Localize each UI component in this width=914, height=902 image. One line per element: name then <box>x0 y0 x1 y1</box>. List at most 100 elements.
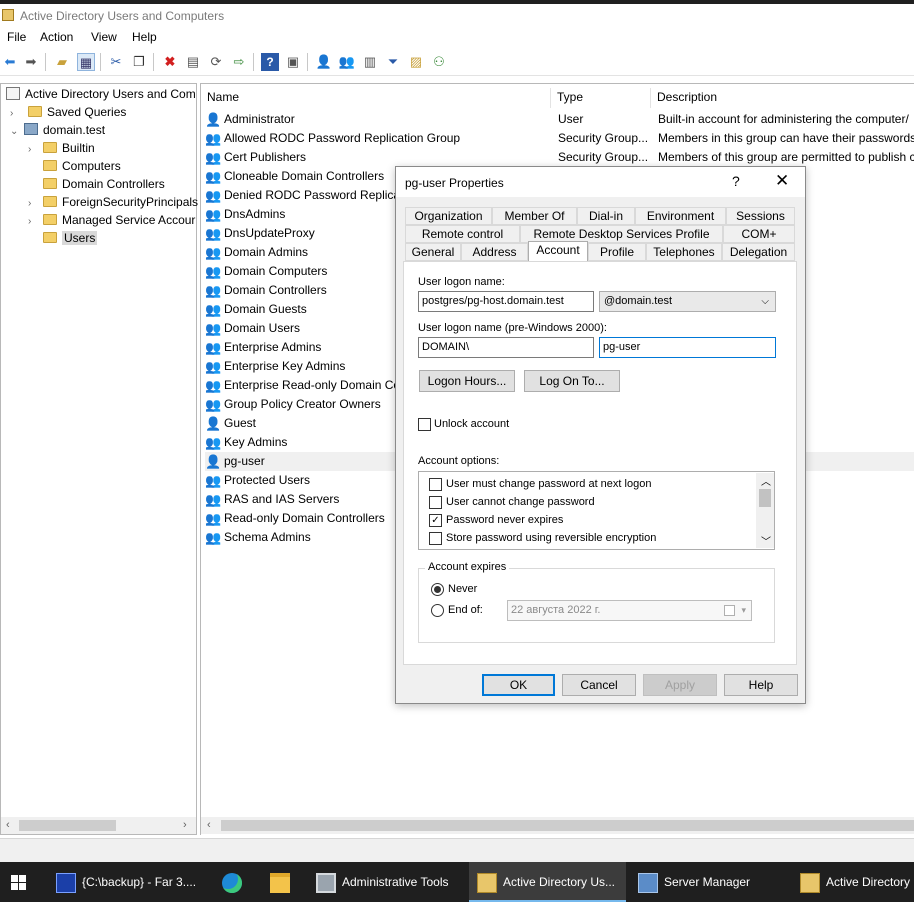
table-row[interactable]: 👥 Allowed RODC Password Replication Group… <box>205 129 914 148</box>
new-group-icon[interactable]: 👥 <box>338 53 356 71</box>
column-divider[interactable] <box>650 88 651 108</box>
tab-account[interactable]: Account <box>528 241 588 261</box>
tab-address[interactable]: Address <box>461 243 528 261</box>
table-row[interactable]: 👤 Administrator User Built-in account for a… <box>205 110 914 129</box>
cancel-button[interactable]: Cancel <box>562 674 636 696</box>
ok-button[interactable]: OK <box>482 674 555 696</box>
ad-domains-icon <box>800 872 820 893</box>
column-header-type[interactable]: Type <box>557 88 583 108</box>
tab-general[interactable]: General <box>405 243 461 261</box>
tab-sessions[interactable]: Sessions <box>726 207 795 225</box>
never-radio[interactable] <box>431 583 444 596</box>
find-icon[interactable]: ▨ <box>407 53 425 71</box>
taskbar-admin-tools[interactable]: Administrative Tools <box>308 862 466 902</box>
filter-icon[interactable]: ⏷ <box>384 53 402 71</box>
tree-computers[interactable]: Computers <box>43 158 121 175</box>
option-checkbox[interactable] <box>429 496 442 509</box>
tab-dial-in[interactable]: Dial-in <box>577 207 635 225</box>
apply-button[interactable]: Apply <box>643 674 717 696</box>
tree-domain-controllers[interactable]: Domain Controllers <box>43 176 165 193</box>
console-icon[interactable]: ▣ <box>284 53 302 71</box>
list-horizontal-scrollbar[interactable]: ‹ <box>201 817 914 834</box>
scrollbar-thumb[interactable] <box>19 820 116 831</box>
collapse-icon[interactable]: ⌄ <box>10 123 20 140</box>
scroll-right-icon[interactable]: › <box>183 817 187 834</box>
taskbar-file-explorer[interactable] <box>260 862 300 902</box>
scroll-left-icon[interactable]: ‹ <box>6 817 10 834</box>
tree-users[interactable]: Users <box>43 230 98 247</box>
export-icon[interactable]: ⇨ <box>230 53 248 71</box>
logon-hours-button[interactable]: Logon Hours... <box>419 370 515 392</box>
tab-telephones[interactable]: Telephones <box>646 243 722 261</box>
new-user-icon[interactable]: 👤 <box>315 53 333 71</box>
expand-icon[interactable]: › <box>28 141 38 158</box>
menu-help[interactable]: Help <box>132 30 157 44</box>
copy-icon[interactable]: ❐ <box>130 53 148 71</box>
close-icon[interactable]: ✕ <box>775 171 789 191</box>
chevron-down-icon[interactable]: ▾ <box>741 601 746 620</box>
menu-view[interactable]: View <box>91 30 117 44</box>
help-button[interactable]: Help <box>724 674 798 696</box>
options-vertical-scrollbar[interactable]: ︿ ﹀ <box>756 473 774 548</box>
taskbar-server-manager[interactable]: Server Manager <box>630 862 786 902</box>
tab-remote-control[interactable]: Remote control <box>405 225 520 243</box>
table-row[interactable]: 👥 Cert Publishers Security Group... Members… <box>205 148 914 167</box>
new-ou-icon[interactable]: ▥ <box>361 53 379 71</box>
upn-suffix-select[interactable]: @domain.test ⌵ <box>599 291 776 312</box>
scroll-down-icon[interactable]: ﹀ <box>761 533 771 548</box>
cut-icon[interactable]: ✂ <box>107 53 125 71</box>
tab-environment[interactable]: Environment <box>635 207 726 225</box>
tab-profile[interactable]: Profile <box>588 243 646 261</box>
menu-file[interactable]: File <box>7 30 26 44</box>
option-checkbox[interactable] <box>429 532 442 545</box>
taskbar-edge[interactable] <box>213 862 253 902</box>
console-tree[interactable]: Active Directory Users and Com › Saved Qu… <box>0 83 198 835</box>
column-header-name[interactable]: Name <box>207 88 239 108</box>
tree-root[interactable]: Active Directory Users and Com <box>6 86 196 103</box>
tree-horizontal-scrollbar[interactable]: ‹ › <box>1 817 196 834</box>
tree-builtin[interactable]: › Builtin <box>28 140 95 157</box>
tab-com-plus[interactable]: COM+ <box>723 225 795 243</box>
taskbar-ad-users[interactable]: Active Directory Us... <box>469 862 626 902</box>
scroll-up-icon[interactable]: ︿ <box>761 473 771 488</box>
properties-icon[interactable]: ▤ <box>184 53 202 71</box>
scroll-left-icon[interactable]: ‹ <box>207 817 211 834</box>
expand-icon[interactable]: › <box>28 213 38 230</box>
calendar-icon[interactable] <box>724 605 735 616</box>
column-header-description[interactable]: Description <box>657 88 717 108</box>
expand-icon[interactable]: › <box>10 105 20 122</box>
tab-organization[interactable]: Organization <box>405 207 492 225</box>
option-checkbox[interactable] <box>429 478 442 491</box>
column-divider[interactable] <box>550 88 551 108</box>
windows-start-icon[interactable] <box>11 875 26 890</box>
logon-name-input[interactable]: postgres/pg-host.domain.test <box>418 291 594 312</box>
show-hide-tree-icon[interactable]: ▦ <box>77 53 95 71</box>
taskbar-ad-domains[interactable]: Active Directory <box>792 862 914 902</box>
add-to-group-icon[interactable]: ⚇ <box>430 53 448 71</box>
pre2000-username-input[interactable]: pg-user <box>599 337 776 358</box>
help-icon[interactable]: ? <box>732 173 740 189</box>
unlock-account-checkbox[interactable] <box>418 418 431 431</box>
forward-arrow-icon[interactable]: ➡ <box>22 53 40 71</box>
up-folder-icon[interactable]: ▰ <box>53 53 71 71</box>
end-of-radio[interactable] <box>431 604 444 617</box>
scrollbar-thumb[interactable] <box>221 820 914 831</box>
back-arrow-icon[interactable]: ⬅ <box>1 53 19 71</box>
delete-icon[interactable]: ✖ <box>161 53 179 71</box>
tree-managed-service-accounts[interactable]: › Managed Service Accour <box>28 212 195 229</box>
refresh-icon[interactable]: ⟳ <box>207 53 225 71</box>
expand-icon[interactable]: › <box>28 195 38 212</box>
option-checkbox[interactable]: ✓ <box>429 514 442 527</box>
end-date-picker[interactable]: 22 августа 2022 г. ▾ <box>507 600 752 621</box>
tab-delegation[interactable]: Delegation <box>722 243 795 261</box>
tree-saved-queries[interactable]: › Saved Queries <box>10 104 126 121</box>
scrollbar-thumb[interactable] <box>759 489 771 507</box>
taskbar-far-manager[interactable]: {C:\backup} - Far 3.... <box>48 862 208 902</box>
menu-action[interactable]: Action <box>40 30 73 44</box>
tab-member-of[interactable]: Member Of <box>492 207 577 225</box>
logon-to-button[interactable]: Log On To... <box>524 370 620 392</box>
tree-foreign-security-principals[interactable]: › ForeignSecurityPrincipals <box>28 194 198 211</box>
account-options-list[interactable]: User must change password at next logon U… <box>418 471 775 550</box>
tree-domain[interactable]: ⌄ domain.test <box>10 122 105 139</box>
help-icon[interactable]: ? <box>261 53 279 71</box>
